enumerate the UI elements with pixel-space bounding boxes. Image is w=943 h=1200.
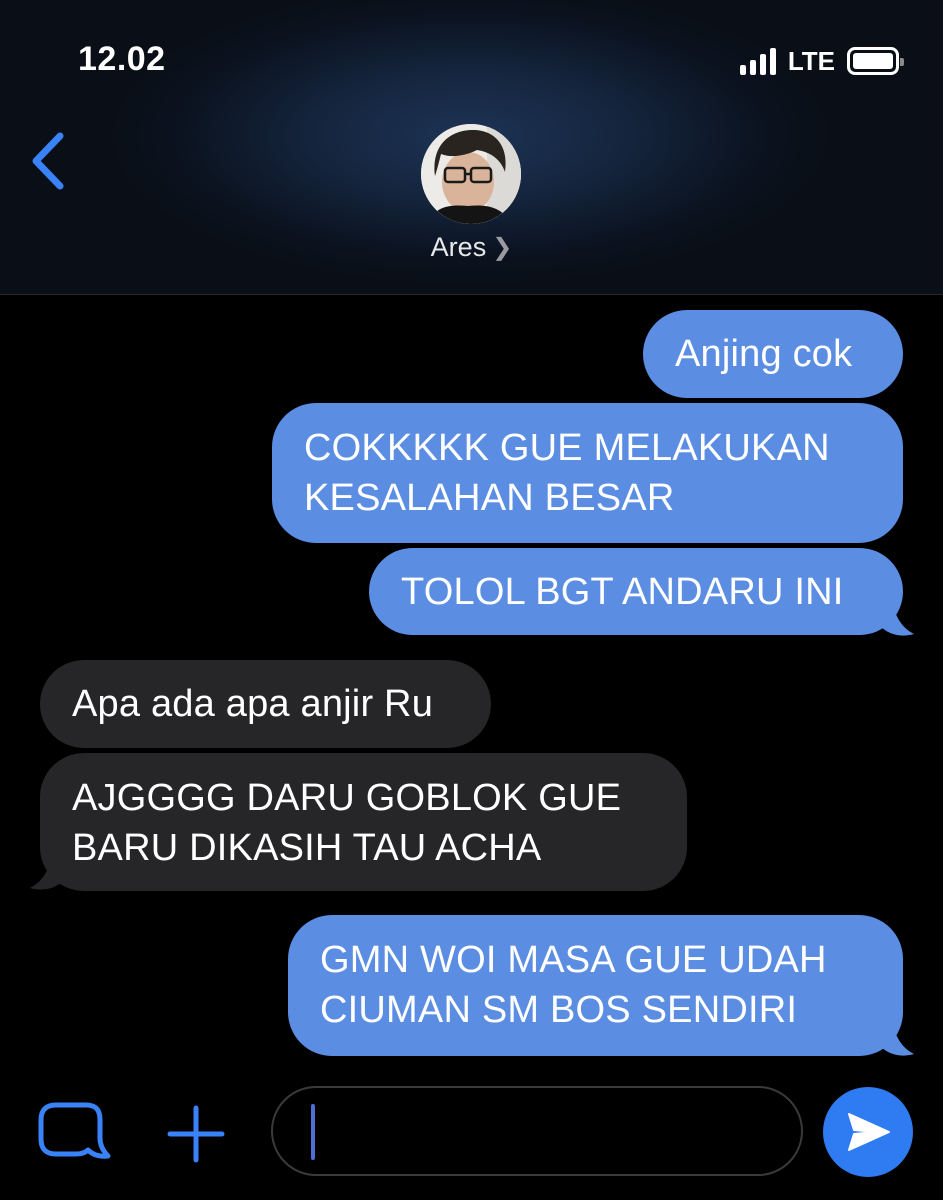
message-bubble-outgoing[interactable]: GMN WOI MASA GUE UDAH CIUMAN SM BOS SEND…: [288, 915, 903, 1056]
message-bubble-incoming[interactable]: AJGGGG DARU GOBLOK GUE BARU DIKASIH TAU …: [40, 753, 687, 891]
network-type: LTE: [787, 45, 835, 76]
text-caret: [311, 1104, 315, 1160]
send-arrow-icon: [848, 1113, 890, 1151]
status-time: 12.02: [78, 40, 166, 78]
message-input[interactable]: [319, 1108, 763, 1156]
battery-level: [853, 53, 893, 69]
message-bubble-outgoing[interactable]: Anjing cok: [643, 310, 903, 398]
add-button[interactable]: [165, 1103, 227, 1165]
bubble-tail: [30, 852, 64, 890]
message-bubble-incoming[interactable]: Apa ada apa anjir Ru: [40, 660, 491, 748]
signal-icon: [739, 47, 776, 75]
message-input-field[interactable]: [271, 1086, 803, 1176]
apps-button[interactable]: [36, 1100, 114, 1164]
status-indicators: LTE: [739, 44, 904, 78]
conversation-header: 12.02 LTE Ares ❯: [0, 0, 943, 295]
back-button[interactable]: [26, 128, 72, 194]
send-button[interactable]: [823, 1087, 913, 1177]
contact-name: Ares: [430, 232, 487, 262]
contact-avatar[interactable]: [421, 124, 521, 224]
app-store-icon: [38, 1102, 111, 1159]
contact-name-button[interactable]: Ares ❯: [0, 232, 943, 263]
bubble-tail: [880, 598, 914, 636]
chevron-left-icon: [32, 132, 64, 190]
contact-photo: [421, 124, 521, 224]
message-bubble-outgoing[interactable]: COKKKKK GUE MELAKUKAN KESALAHAN BESAR: [272, 403, 903, 543]
bubble-tail: [880, 1018, 914, 1056]
plus-icon: [167, 1105, 225, 1163]
message-bubble-outgoing[interactable]: TOLOL BGT ANDARU INI: [369, 548, 903, 635]
battery-icon: [847, 47, 904, 75]
chevron-right-icon: ❯: [492, 234, 513, 261]
messages-screen: 12.02 LTE Ares ❯ Anjing cok COKKKKK GUE …: [0, 0, 943, 1200]
